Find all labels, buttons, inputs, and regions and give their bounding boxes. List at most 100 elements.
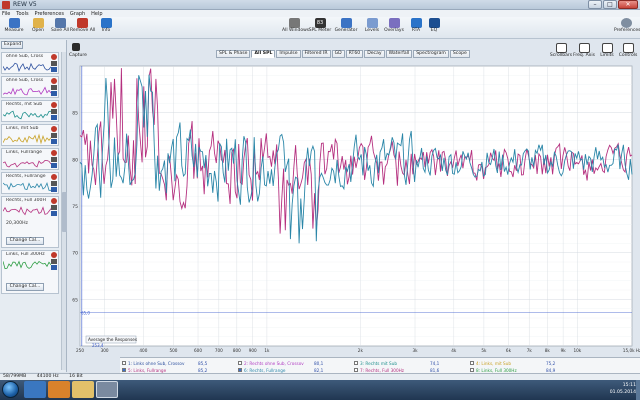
show-desktop-button[interactable] <box>636 380 640 400</box>
overlays-button[interactable]: Overlays <box>382 18 406 38</box>
show-measurement-icon[interactable] <box>51 67 57 72</box>
tab-gd[interactable]: GD <box>331 50 345 58</box>
tab-scope[interactable]: Scope <box>449 50 470 58</box>
show-measurement-icon[interactable] <box>51 139 57 144</box>
generator-button[interactable]: Generator <box>334 18 358 38</box>
camera-icon <box>72 43 80 51</box>
remove_all-button[interactable]: Remove All <box>70 18 95 38</box>
x-tick-label: 5k <box>481 348 487 353</box>
tab-filtered-ir[interactable]: Filtered IR <box>301 50 331 58</box>
legend-item[interactable]: 6: Rechts, Fullrange 82,1 <box>238 366 354 373</box>
tab-decay[interactable]: Decay <box>364 50 385 58</box>
remove-measurement-icon[interactable] <box>51 54 57 60</box>
levels-button[interactable]: Levels <box>360 18 384 38</box>
save_all-button[interactable]: Save All <box>48 18 72 38</box>
legend-checkbox[interactable] <box>470 368 474 372</box>
spl-graph[interactable]: 85 80 75 70 65 250 300 400 500 600 700 800 900 1k 2k 3k… <box>68 58 640 358</box>
remove-measurement-icon[interactable] <box>51 252 57 258</box>
measurements-panel: Expand ohne Sub, Cross ohne Sub, Cross Rec… <box>0 40 67 372</box>
tab-waterfall[interactable]: Waterfall <box>385 50 413 58</box>
tab-impulse[interactable]: Impulse <box>276 50 301 58</box>
rta_windows-button[interactable]: All Windows <box>282 18 309 38</box>
remove-measurement-icon[interactable] <box>51 102 57 108</box>
taskbar-explorer-icon[interactable] <box>72 381 94 398</box>
start-button[interactable] <box>2 381 19 398</box>
remove-measurement-icon[interactable] <box>51 150 57 156</box>
system-clock[interactable]: 15:11 01.05.2014 <box>610 382 636 396</box>
tab-all-spl[interactable]: All SPL <box>251 50 276 58</box>
show-measurement-icon[interactable] <box>51 211 57 216</box>
measurement-thumbnail <box>3 86 51 96</box>
measurement-item[interactable]: ohne Sub, Cross <box>1 76 59 98</box>
info-button[interactable]: Info <box>94 18 118 38</box>
show-measurement-icon[interactable] <box>51 265 57 270</box>
legend-item[interactable]: 5: Links, Fullrange 85,2 <box>122 366 238 373</box>
graph-area[interactable]: 85 80 75 70 65 250 300 400 500 600 700 800 900 1k 2k 3k… <box>68 58 640 358</box>
average-responses-label: Average the Responses <box>88 337 137 342</box>
panel-scroll-thumb[interactable] <box>62 192 67 232</box>
legend-checkbox[interactable] <box>122 368 126 372</box>
preferences-button[interactable]: Preferences <box>614 18 640 38</box>
show-measurement-icon[interactable] <box>51 163 57 168</box>
legend-item[interactable]: 4: Links, mit Sub 75,2 <box>470 359 586 366</box>
remove-measurement-icon[interactable] <box>51 78 57 84</box>
taskbar-rew-icon[interactable] <box>96 381 118 398</box>
tab-spectrogram[interactable]: Spectrogram <box>413 50 449 58</box>
measurement-list: ohne Sub, Cross ohne Sub, Cross Rechts, mi… <box>1 52 59 296</box>
measurement-item[interactable]: Rechts, Full 300Hz 20,300Hz Change Cal... <box>1 196 59 248</box>
thumbnail-trace <box>3 159 51 168</box>
remove-measurement-icon[interactable] <box>51 174 57 180</box>
legend-checkbox[interactable] <box>470 361 474 365</box>
minimize-button[interactable]: – <box>588 0 602 9</box>
legend-item[interactable]: 8: Links, Full 300Hz 84,9 <box>470 366 586 373</box>
remove-measurement-icon[interactable] <box>51 198 57 204</box>
save-measurement-icon[interactable] <box>51 61 57 66</box>
measurement-item[interactable]: Links, Full 300Hz Change Cal... <box>1 250 59 294</box>
legend-item[interactable]: 3: Rechts mit Sub 74,1 <box>354 359 470 366</box>
title-bar: REW V5 – □ ✕ <box>0 0 640 10</box>
legend-item[interactable]: 2: Rechts ohne Sub, Crossov 80,1 <box>238 359 354 366</box>
save-measurement-icon[interactable] <box>51 133 57 138</box>
spl_meter-button[interactable]: 83 SPL Meter <box>308 18 332 38</box>
measurement-item[interactable]: ohne Sub, Cross <box>1 52 59 74</box>
expand-button[interactable]: Expand <box>1 41 23 49</box>
open-button[interactable]: Open <box>26 18 50 38</box>
save-measurement-icon[interactable] <box>51 85 57 90</box>
change-cal-button[interactable]: Change Cal... <box>6 283 44 291</box>
measurement-item[interactable]: Links, mit Sub <box>1 124 59 146</box>
tab-spl-phase[interactable]: SPL & Phase <box>216 50 251 58</box>
measure-button[interactable]: Measure <box>2 18 26 38</box>
legend-checkbox[interactable] <box>238 368 242 372</box>
measure-label: Measure <box>4 28 24 33</box>
save-measurement-icon[interactable] <box>51 259 57 264</box>
measurement-item[interactable]: Links, Fullrange <box>1 148 59 170</box>
panel-scrollbar[interactable] <box>61 52 67 370</box>
save-measurement-icon[interactable] <box>51 109 57 114</box>
save-measurement-icon[interactable] <box>51 205 57 210</box>
show-measurement-icon[interactable] <box>51 187 57 192</box>
legend-checkbox[interactable] <box>122 361 126 365</box>
show-measurement-icon[interactable] <box>51 91 57 96</box>
remove-measurement-icon[interactable] <box>51 126 57 132</box>
taskbar-firefox-icon[interactable] <box>48 381 70 398</box>
legend-checkbox[interactable] <box>238 361 242 365</box>
measurement-item[interactable]: Rechts, Fullrange <box>1 172 59 194</box>
close-button[interactable]: ✕ <box>618 0 638 9</box>
show-measurement-icon[interactable] <box>51 115 57 120</box>
measurement-thumbnail <box>3 110 51 120</box>
maximize-button[interactable]: □ <box>603 0 617 9</box>
eq-button[interactable]: EQ <box>422 18 446 38</box>
legend-checkbox[interactable] <box>354 368 358 372</box>
save-measurement-icon[interactable] <box>51 181 57 186</box>
legend-checkbox[interactable] <box>354 361 358 365</box>
taskbar-ie-icon[interactable] <box>24 381 46 398</box>
tab-rt60[interactable]: RT60 <box>345 50 364 58</box>
legend-item[interactable]: 1: Links ohne Sub, Crossov 85,5 <box>122 359 238 366</box>
measurement-item[interactable]: Rechts, mit Sub <box>1 100 59 122</box>
measurement-thumbnail <box>3 133 51 145</box>
x-tick-label: 6k <box>506 348 512 353</box>
capture-button[interactable]: Capture <box>69 43 87 58</box>
change-cal-button[interactable]: Change Cal... <box>6 237 44 245</box>
save-measurement-icon[interactable] <box>51 157 57 162</box>
legend-item[interactable]: 7: Rechts, Full 300Hz 81,6 <box>354 366 470 373</box>
